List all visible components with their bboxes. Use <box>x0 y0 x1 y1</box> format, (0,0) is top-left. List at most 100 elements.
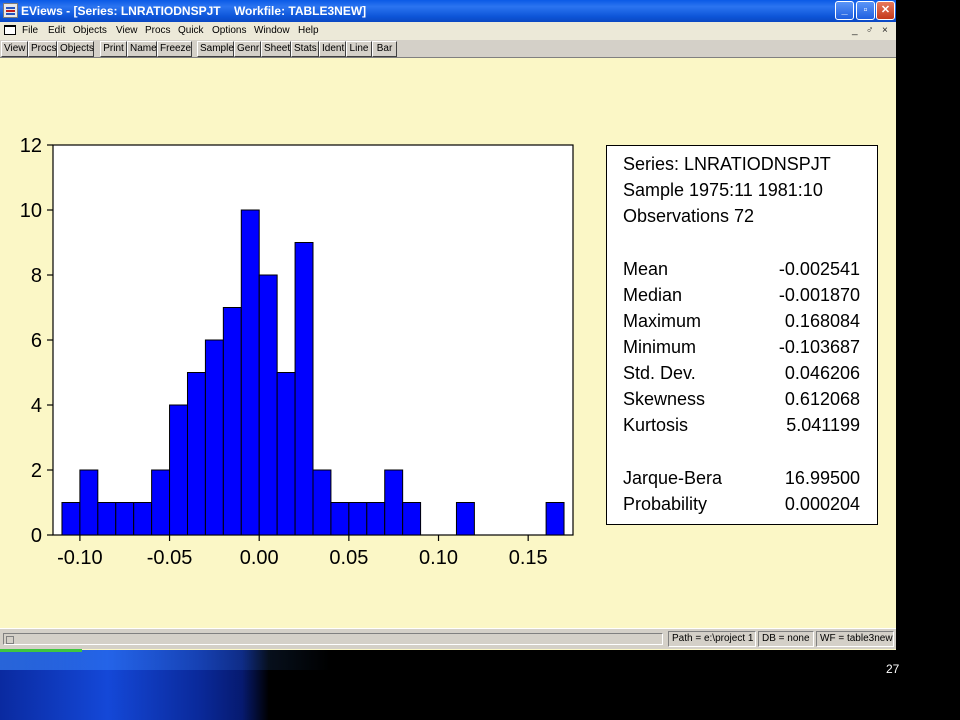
status-path: Path = e:\project 1 <box>668 631 756 647</box>
title-bar[interactable]: EViews - [Series: LNRATIODNSPJT Workfile… <box>0 0 896 22</box>
x-tick-label: 0.15 <box>509 547 548 569</box>
eviews-window: EViews - [Series: LNRATIODNSPJT Workfile… <box>0 0 896 650</box>
stat-value: -0.103687 <box>778 337 860 357</box>
eviews-app-icon[interactable] <box>3 3 18 18</box>
histogram-bar <box>348 502 368 536</box>
stats-jarque-bera-row: Jarque-Bera 16.99500 <box>623 465 860 491</box>
stat-value: 0.168084 <box>784 311 860 331</box>
stat-label: Std. Dev. <box>623 363 696 383</box>
toolbar-print-button[interactable]: Print <box>100 41 127 57</box>
histogram-bar <box>151 469 171 536</box>
histogram-bar <box>366 502 386 536</box>
stat-label: Maximum <box>623 311 702 331</box>
menu-quick[interactable]: Quick <box>178 24 204 37</box>
histogram-bar <box>545 502 565 536</box>
menu-help[interactable]: Help <box>298 24 319 37</box>
window-title: EViews - [Series: LNRATIODNSPJT Workfile… <box>21 4 367 18</box>
histogram-chart: 0 2 4 6 8 10 12 -0.10 -0.05 0.00 0.05 0.10 0.15 <box>20 135 574 569</box>
series-toolbar: View Procs Objects Print Name Freeze Sam… <box>0 40 896 58</box>
toolbar-stats-button[interactable]: Stats <box>291 41 319 57</box>
toolbar-bar-button[interactable]: Bar <box>372 41 397 57</box>
histogram-bar <box>169 404 188 536</box>
child-restore-button[interactable]: ♂ <box>866 25 874 36</box>
stat-label: Mean <box>623 259 669 279</box>
histogram-bar <box>258 274 278 536</box>
footer-highlight <box>0 650 330 670</box>
histogram-bar <box>204 339 224 536</box>
close-button[interactable]: ✕ <box>876 1 895 20</box>
stat-value: 0.000204 <box>784 494 860 514</box>
toolbar-genr-button[interactable]: Genr <box>234 41 261 57</box>
y-tick-label: 6 <box>31 330 42 352</box>
menu-procs[interactable]: Procs <box>145 24 171 37</box>
stat-value: 0.046206 <box>784 363 860 383</box>
status-message-area <box>3 633 663 645</box>
menu-file[interactable]: File <box>22 24 38 37</box>
stat-label: Probability <box>623 494 708 514</box>
histogram-bar <box>384 469 404 536</box>
histogram-bar <box>276 372 296 536</box>
descriptive-statistics-box: Series: LNRATIODNSPJT Sample 1975:11 198… <box>606 145 878 525</box>
toolbar-sheet-button[interactable]: Sheet <box>261 41 291 57</box>
stats-maximum-row: Maximum 0.168084 <box>623 308 860 334</box>
histogram-bar <box>186 372 206 536</box>
slide-number: 27 <box>886 662 900 676</box>
stat-value: 5.041199 <box>786 415 860 435</box>
toolbar-ident-button[interactable]: Ident <box>319 41 346 57</box>
histogram-bar <box>330 502 350 536</box>
y-tick-label: 10 <box>20 200 42 222</box>
histogram-bar <box>115 502 135 536</box>
x-tick-label: -0.10 <box>57 547 103 569</box>
stats-series-row: Series: LNRATIODNSPJT <box>623 151 860 177</box>
y-tick-label: 0 <box>31 525 42 547</box>
stats-probability-row: Probability 0.000204 <box>623 491 860 517</box>
child-close-button[interactable]: × <box>882 25 888 36</box>
child-minimize-button[interactable]: _ <box>852 25 858 36</box>
stats-observations-row: Observations 72 <box>623 203 860 229</box>
toolbar-view-button[interactable]: View <box>1 41 28 57</box>
histogram-bar <box>240 209 260 536</box>
histogram-bar <box>222 307 242 536</box>
y-tick-label: 2 <box>31 460 42 482</box>
menu-window[interactable]: Window <box>254 24 290 37</box>
toolbar-line-button[interactable]: Line <box>346 41 372 57</box>
footer-green-stripe <box>0 649 82 652</box>
histogram-bar <box>61 502 81 536</box>
x-tick-label: 0.00 <box>240 547 279 569</box>
stat-value: 16.99500 <box>784 468 860 488</box>
x-tick-label: -0.05 <box>147 547 193 569</box>
stats-mean-row: Mean -0.002541 <box>623 256 860 282</box>
y-tick-label: 8 <box>31 265 42 287</box>
stats-stddev-row: Std. Dev. 0.046206 <box>623 360 860 386</box>
menu-options[interactable]: Options <box>212 24 246 37</box>
menu-view[interactable]: View <box>116 24 138 37</box>
histogram-bar <box>402 502 422 536</box>
stat-value: 0.612068 <box>784 389 860 409</box>
document-window-icon[interactable] <box>4 25 16 35</box>
stats-observations-label: Observations 72 <box>623 206 755 226</box>
toolbar-objects-button[interactable]: Objects <box>57 41 94 57</box>
stat-label: Skewness <box>623 389 706 409</box>
menu-objects[interactable]: Objects <box>73 24 107 37</box>
stat-value: -0.001870 <box>778 285 860 305</box>
status-bar: Path = e:\project 1 DB = none WF = table… <box>0 628 896 649</box>
stats-median-row: Median -0.001870 <box>623 282 860 308</box>
x-tick-label: 0.05 <box>329 547 368 569</box>
x-tick-label: 0.10 <box>419 547 458 569</box>
toolbar-sample-button[interactable]: Sample <box>197 41 234 57</box>
stats-skewness-row: Skewness 0.612068 <box>623 386 860 412</box>
histogram-bar <box>133 502 153 536</box>
stat-label: Median <box>623 285 683 305</box>
histogram-bar <box>312 469 332 536</box>
stat-label: Jarque-Bera <box>623 468 723 488</box>
histogram-bar <box>455 502 475 536</box>
stat-value: -0.002541 <box>778 259 860 279</box>
histogram-bar <box>294 242 314 536</box>
maximize-button[interactable]: ▫ <box>856 1 875 20</box>
toolbar-name-button[interactable]: Name <box>127 41 157 57</box>
toolbar-procs-button[interactable]: Procs <box>28 41 57 57</box>
toolbar-freeze-button[interactable]: Freeze <box>157 41 192 57</box>
menu-edit[interactable]: Edit <box>48 24 65 37</box>
stats-kurtosis-row: Kurtosis 5.041199 <box>623 412 860 438</box>
minimize-button[interactable]: _ <box>835 1 854 20</box>
